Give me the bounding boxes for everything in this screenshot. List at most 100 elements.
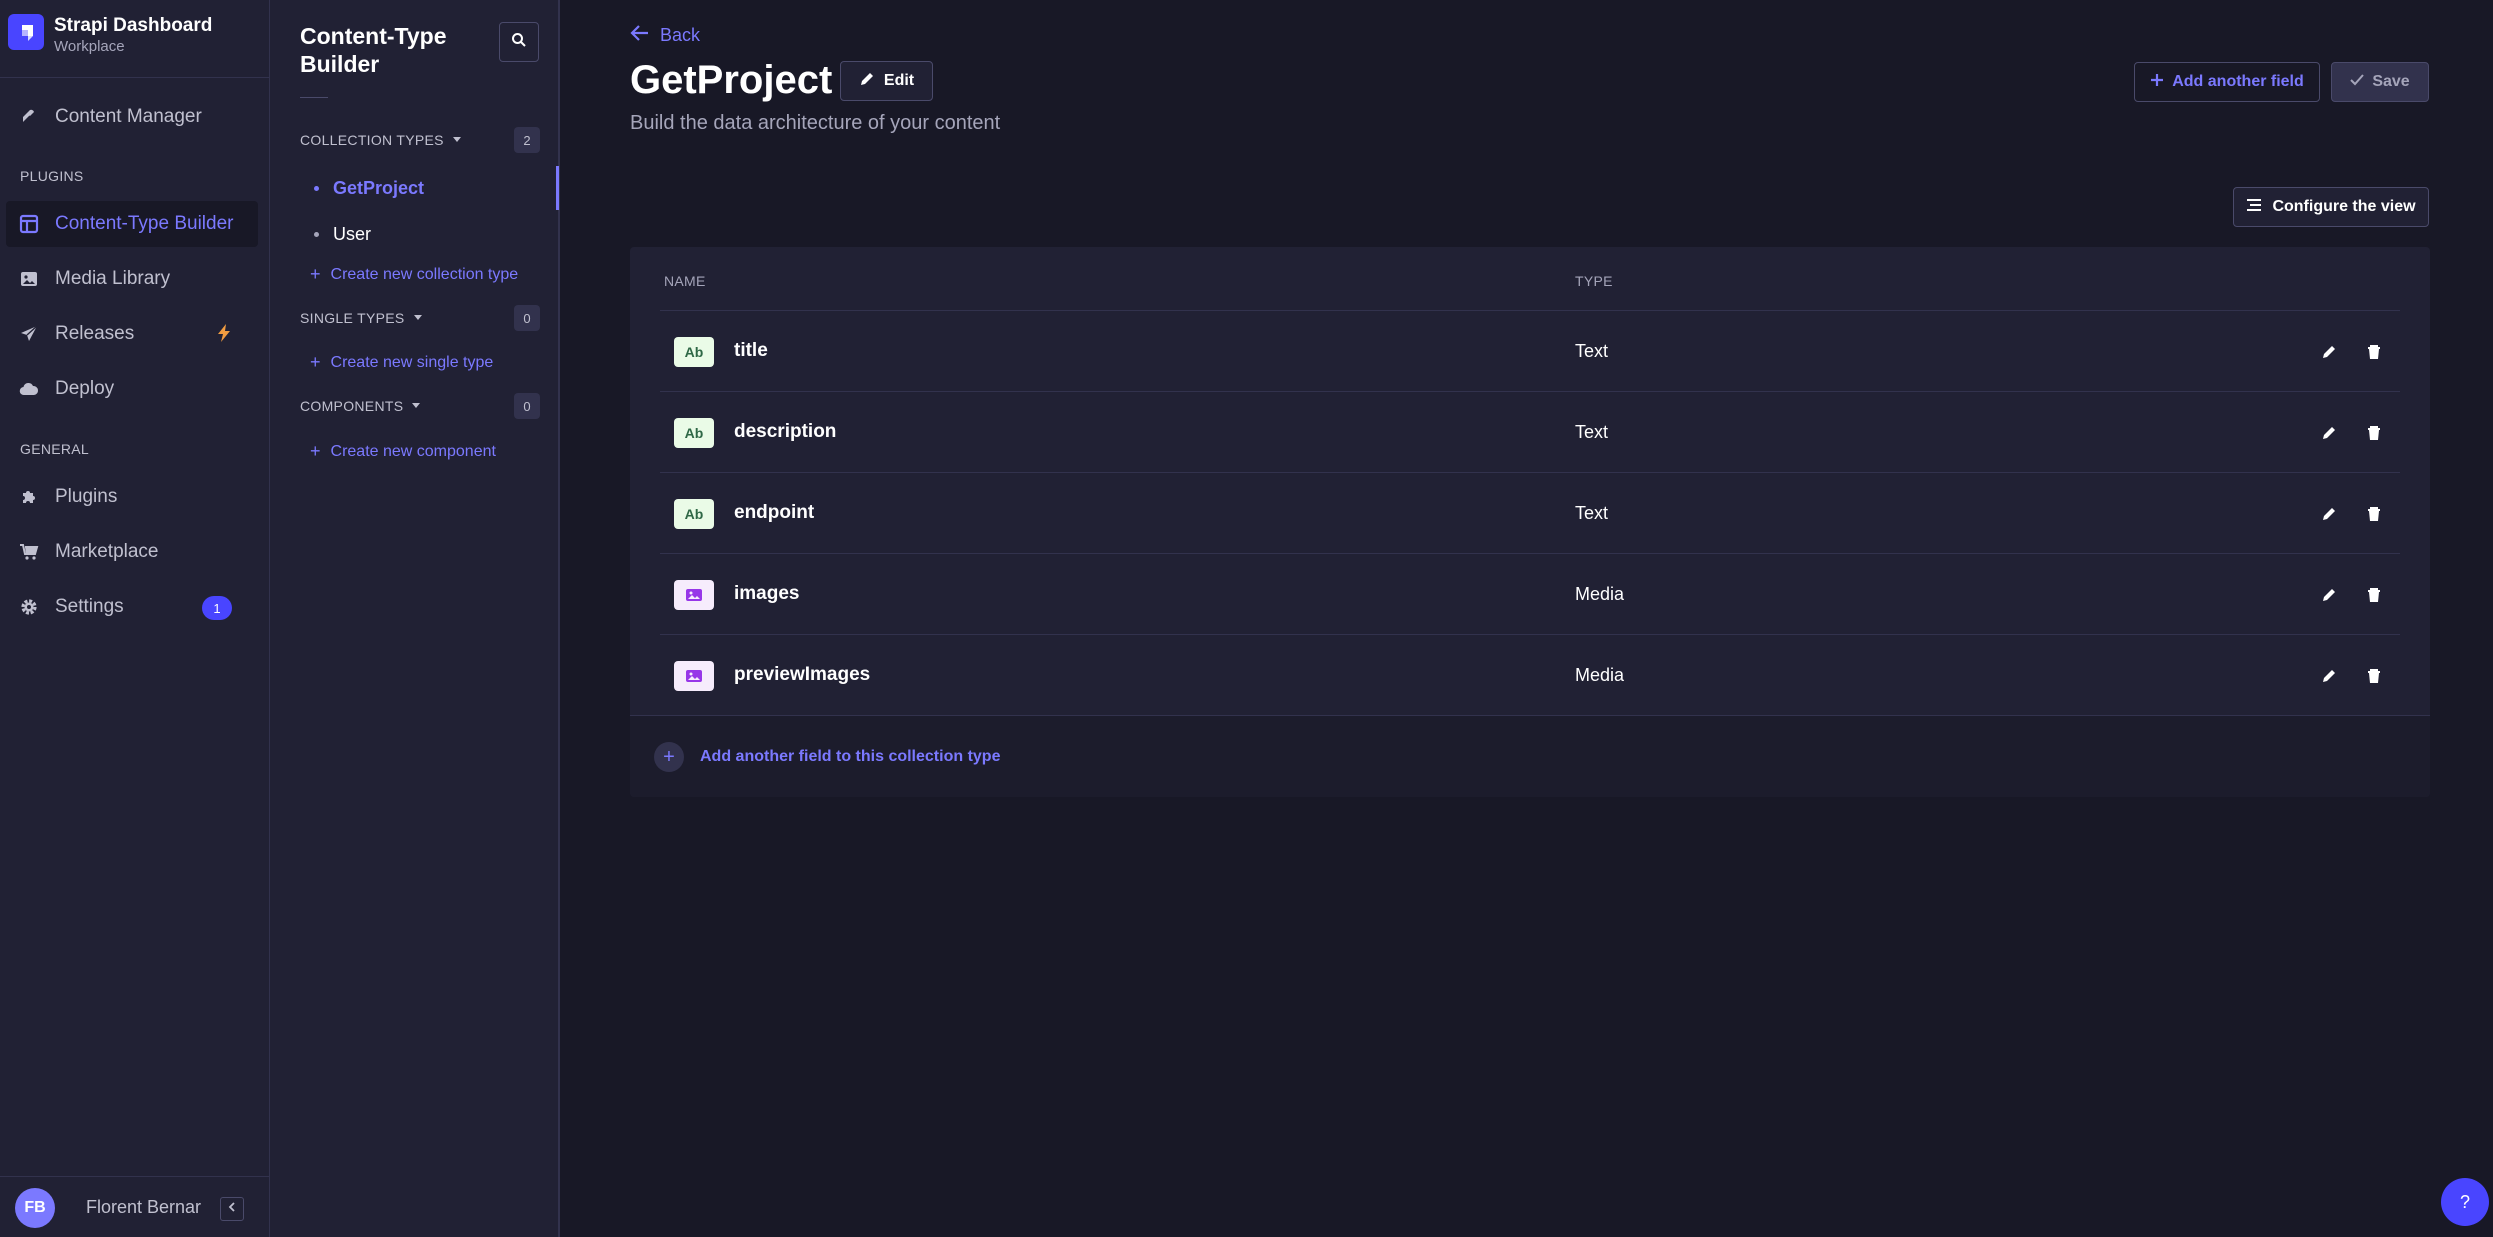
text-field-icon: Ab: [674, 337, 714, 367]
link-label: Create new component: [330, 442, 496, 460]
brand-subtitle: Workplace: [54, 38, 125, 55]
nav-item-label: Media Library: [55, 268, 171, 289]
trash-icon[interactable]: [2364, 585, 2384, 605]
shopping-cart-icon: [19, 542, 39, 562]
column-header-type: TYPE: [1575, 273, 1613, 289]
edit-button[interactable]: Edit: [840, 61, 933, 101]
nav-item-media-library[interactable]: Media Library: [6, 256, 258, 302]
pencil-icon: [859, 71, 875, 92]
nav-item-plugins[interactable]: Plugins: [6, 474, 258, 520]
nav-section-plugins: PLUGINS: [20, 168, 84, 184]
strapi-logo-icon[interactable]: [8, 14, 44, 50]
trash-icon[interactable]: [2364, 504, 2384, 524]
nav-item-marketplace[interactable]: Marketplace: [6, 529, 258, 575]
nav-item-label: Plugins: [55, 486, 118, 507]
help-button[interactable]: ?: [2441, 1178, 2489, 1226]
divider: [300, 97, 328, 98]
notification-badge: 1: [202, 596, 232, 620]
back-link[interactable]: Back: [630, 24, 700, 47]
caret-down-icon: [452, 131, 462, 149]
check-icon: [2350, 73, 2365, 91]
pencil-icon[interactable]: [2319, 585, 2339, 605]
brand-title: Strapi Dashboard: [54, 15, 213, 36]
nav-item-label: Deploy: [55, 378, 115, 399]
link-label: Create new single type: [330, 353, 494, 371]
trash-icon[interactable]: [2364, 666, 2384, 686]
add-field-to-collection-button[interactable]: + Add another field to this collection t…: [654, 742, 1000, 772]
nav-item-label: Content-Type Builder: [55, 213, 234, 234]
user-name[interactable]: Florent Bernar: [86, 1197, 201, 1218]
trash-icon[interactable]: [2364, 423, 2384, 443]
section-components[interactable]: COMPONENTS 0: [300, 393, 540, 419]
collection-type-user[interactable]: User: [314, 220, 371, 248]
media-field-icon: [674, 661, 714, 691]
field-type: Text: [1575, 503, 1609, 523]
nav-item-content-type-builder[interactable]: Content-Type Builder: [6, 201, 258, 247]
main-nav: Strapi Dashboard Workplace Content Manag…: [0, 0, 270, 1237]
text-field-icon: Ab: [674, 418, 714, 448]
pencil-icon[interactable]: [2319, 423, 2339, 443]
nav-item-label: Content Manager: [55, 106, 202, 127]
section-count: 0: [514, 393, 540, 419]
add-another-field-button[interactable]: Add another field: [2134, 62, 2320, 102]
table-row[interactable]: Ab endpoint Text: [660, 473, 2400, 554]
section-single-types[interactable]: SINGLE TYPES 0: [300, 305, 540, 331]
button-label: Configure the view: [2272, 198, 2416, 215]
search-button[interactable]: [499, 22, 539, 62]
cloud-icon: [19, 379, 39, 399]
avatar[interactable]: FB: [15, 1188, 55, 1228]
search-icon: [511, 32, 527, 53]
nav-item-label: Releases: [55, 323, 135, 344]
bullet-icon: [314, 231, 319, 237]
table-row[interactable]: Ab description Text: [660, 392, 2400, 473]
image-icon: [19, 269, 39, 289]
type-label: GetProject: [333, 177, 425, 198]
field-type: Text: [1575, 422, 1609, 442]
chevron-left-icon: [226, 1200, 238, 1218]
button-label: Save: [2372, 73, 2410, 90]
section-label: COMPONENTS: [300, 398, 404, 414]
field-name: endpoint: [734, 502, 815, 523]
type-label: User: [333, 223, 372, 244]
pencil-icon[interactable]: [2319, 504, 2339, 524]
user-footer: FB Florent Bernar: [0, 1176, 270, 1237]
save-button[interactable]: Save: [2331, 62, 2429, 102]
create-component-link[interactable]: + Create new component: [310, 441, 496, 462]
nav-item-label: Marketplace: [55, 541, 159, 562]
pencil-icon[interactable]: [2319, 666, 2339, 686]
field-type: Text: [1575, 341, 1609, 361]
create-single-type-link[interactable]: + Create new single type: [310, 352, 493, 373]
table-row[interactable]: images Media: [660, 554, 2400, 635]
trash-icon[interactable]: [2364, 342, 2384, 362]
column-header-name: NAME: [664, 273, 706, 289]
nav-item-label: Settings: [55, 596, 124, 617]
plus-icon: [2150, 73, 2164, 92]
nav-item-deploy[interactable]: Deploy: [6, 366, 258, 412]
puzzle-icon: [19, 487, 39, 507]
arrow-left-icon: [630, 24, 650, 47]
section-collection-types[interactable]: COLLECTION TYPES 2: [300, 127, 540, 153]
table-footer: + Add another field to this collection t…: [630, 715, 2430, 797]
link-label: Create new collection type: [330, 265, 519, 283]
gear-icon: [19, 597, 39, 617]
active-indicator: [556, 166, 559, 210]
table-row[interactable]: previewImages Media: [660, 635, 2400, 716]
create-collection-type-link[interactable]: + Create new collection type: [310, 264, 518, 285]
text-field-icon: Ab: [674, 499, 714, 529]
content-type-subnav: Content-Type Builder COLLECTION TYPES 2 …: [270, 0, 560, 1237]
collection-type-getproject[interactable]: GetProject: [314, 174, 424, 202]
nav-item-settings[interactable]: Settings 1: [6, 584, 258, 630]
table-row[interactable]: Ab title Text: [660, 311, 2400, 392]
pencil-icon[interactable]: [2319, 342, 2339, 362]
table-header: NAME TYPE: [660, 247, 2400, 311]
configure-view-button[interactable]: Configure the view: [2233, 187, 2429, 227]
media-field-icon: [674, 580, 714, 610]
nav-item-releases[interactable]: Releases: [6, 311, 258, 357]
page-title: GetProject: [630, 58, 833, 102]
layout-icon: [19, 214, 39, 234]
plus-icon: +: [310, 352, 321, 372]
collapse-nav-button[interactable]: [220, 1197, 244, 1221]
section-count: 2: [514, 127, 540, 153]
feather-icon: [19, 107, 39, 127]
nav-item-content-manager[interactable]: Content Manager: [6, 94, 258, 140]
